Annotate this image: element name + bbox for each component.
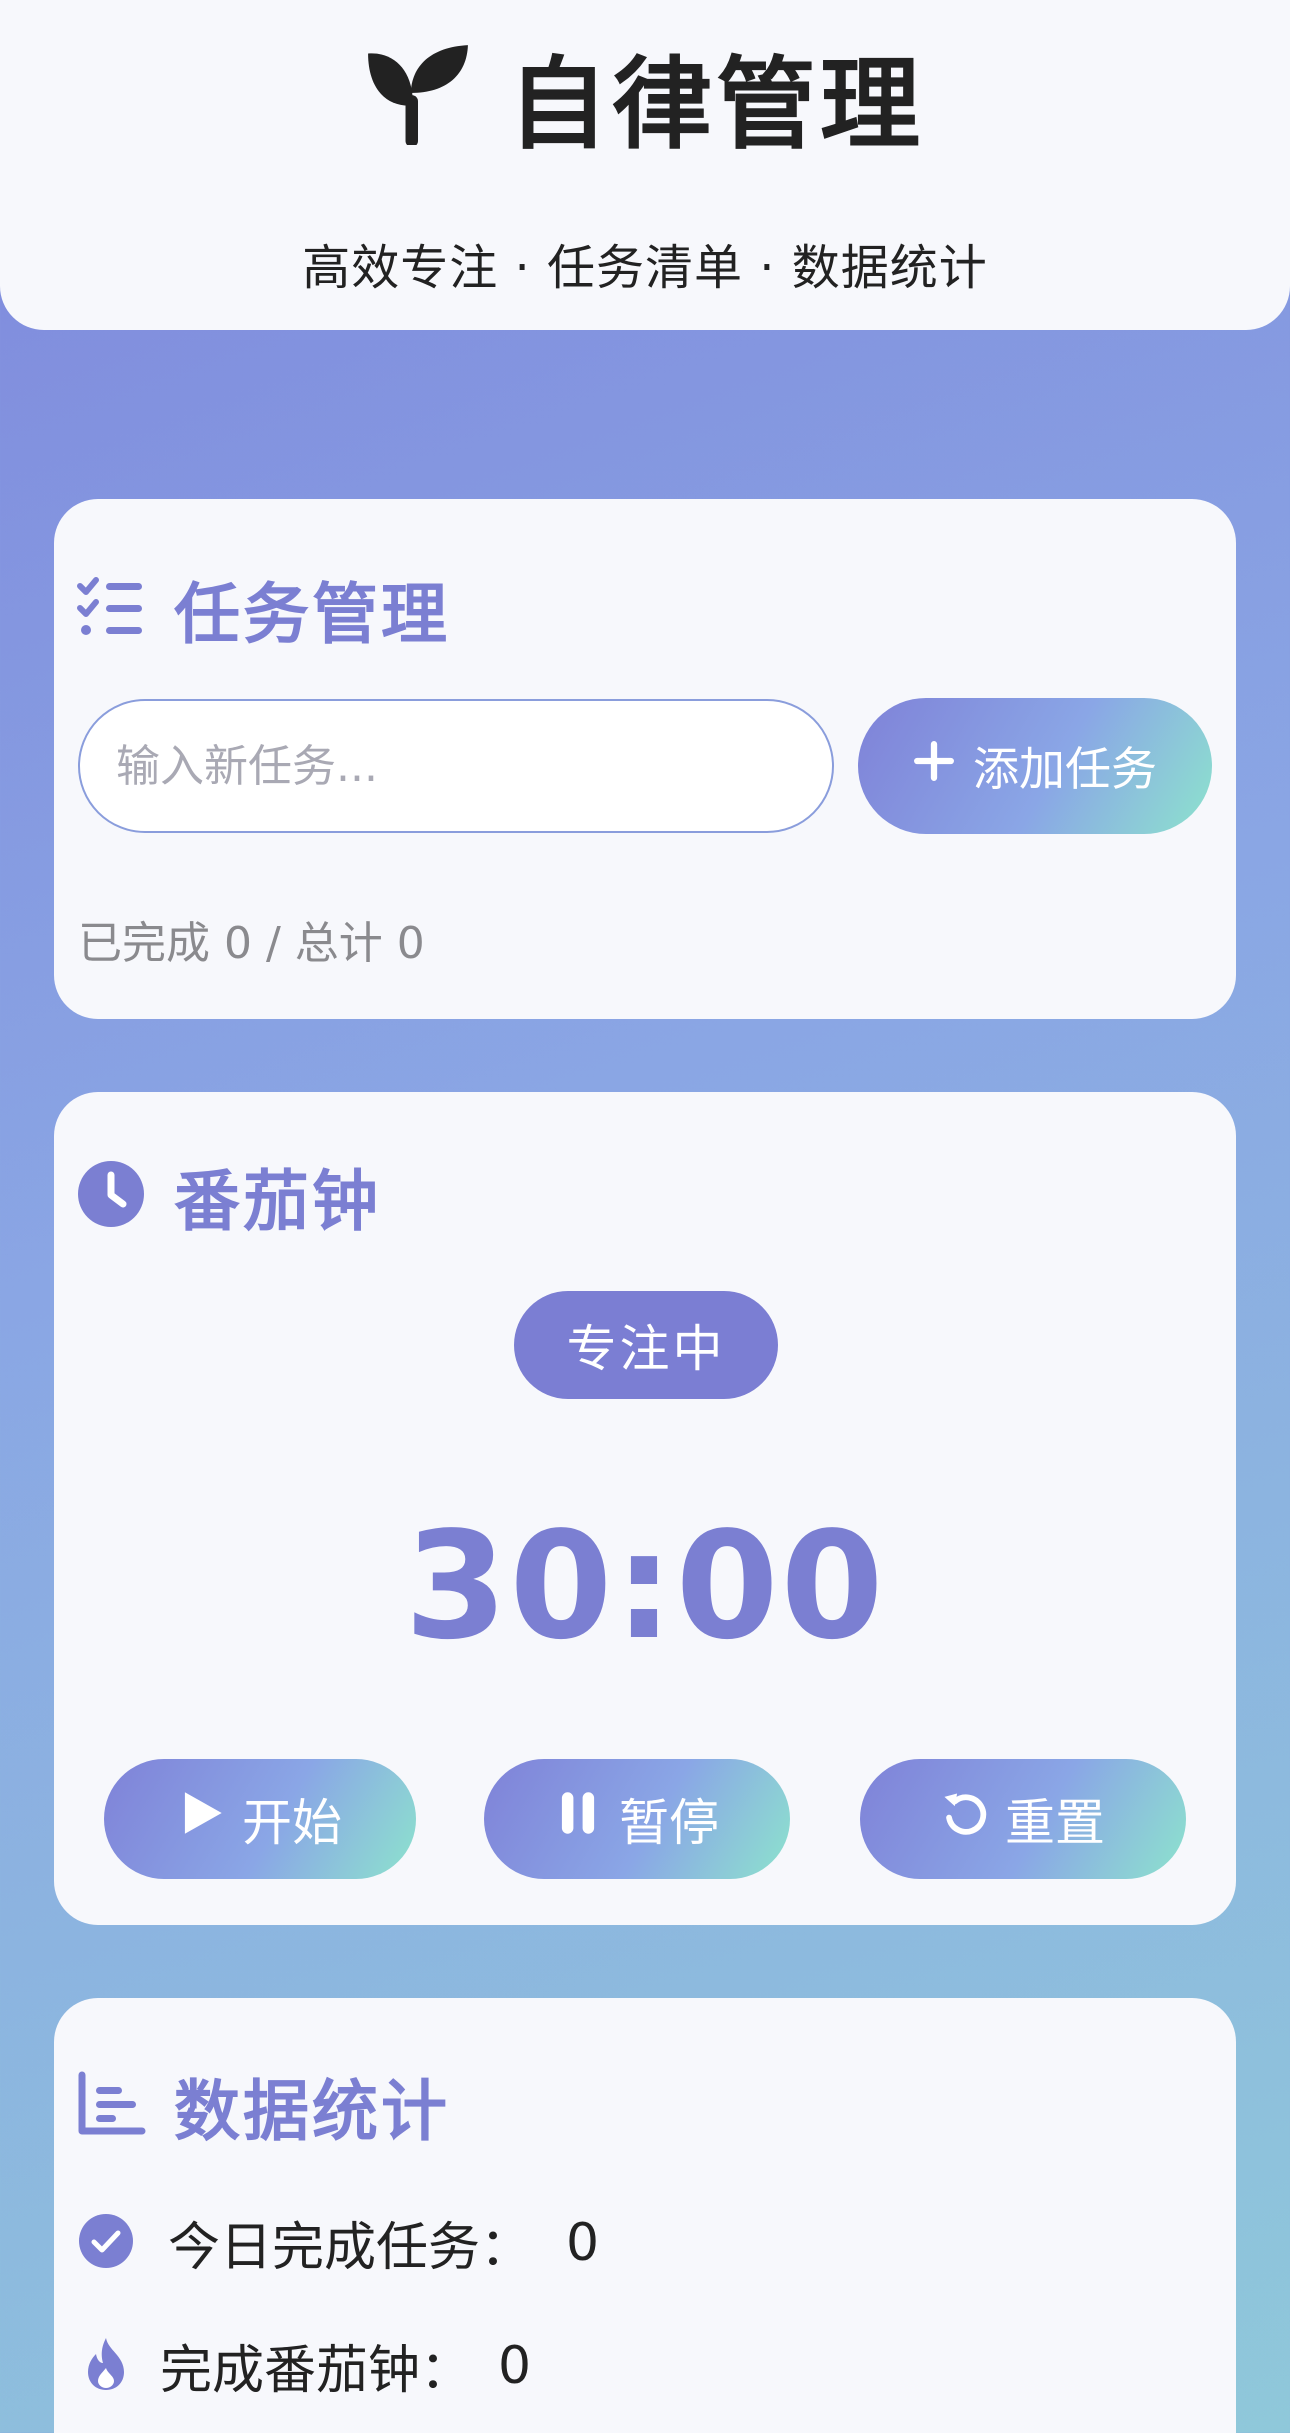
plus-icon: [913, 739, 955, 793]
stat-tasks-label: 今日完成任务：: [168, 2218, 533, 2278]
stat-pomodoros-completed: 完成番茄钟： 0: [78, 2328, 531, 2403]
bar-chart-icon: [76, 2069, 146, 2143]
reset-button[interactable]: 重置: [860, 1759, 1186, 1879]
app-subtitle: 高效专注 · 任务清单 · 数据统计: [302, 240, 988, 296]
start-button[interactable]: 开始: [104, 1759, 416, 1879]
task-card: 任务管理 添加任务 已完成 0 / 总计 0: [54, 499, 1236, 1019]
pomodoro-card-header: 番茄钟: [76, 1148, 381, 1244]
check-circle-icon: [78, 2213, 134, 2273]
title-row: 自律管理: [0, 40, 1290, 163]
pause-icon: [555, 1790, 601, 1848]
clock-icon: [76, 1159, 146, 1233]
start-label: 开始: [242, 1794, 342, 1852]
add-task-label: 添加任务: [973, 742, 1157, 796]
stat-tasks-value: 0: [566, 2212, 600, 2273]
reset-icon: [941, 1790, 987, 1848]
checklist-icon: [76, 572, 146, 646]
stat-tasks-completed: 今日完成任务： 0: [78, 2205, 599, 2280]
new-task-input[interactable]: [78, 699, 834, 833]
timer-display: 30:00: [404, 1500, 886, 1672]
task-card-header: 任务管理: [76, 561, 450, 657]
pause-button[interactable]: 暂停: [484, 1759, 790, 1879]
focus-mode-badge: 专注中: [514, 1291, 778, 1399]
app-header: 自律管理 高效专注 · 任务清单 · 数据统计: [0, 0, 1290, 330]
reset-label: 重置: [1005, 1794, 1105, 1852]
task-progress-text: 已完成 0 / 总计 0: [78, 918, 425, 969]
stats-card-title: 数据统计: [174, 2073, 450, 2150]
pomodoro-card-title: 番茄钟: [174, 1163, 381, 1240]
stat-pomodoros-label: 完成番茄钟：: [160, 2341, 473, 2401]
stat-pomodoros-value: 0: [498, 2335, 532, 2396]
sprout-icon: [366, 41, 470, 149]
app-title: 自律管理: [508, 45, 924, 163]
pomodoro-card: 番茄钟 专注中 30:00 开始 暂停 重置: [54, 1092, 1236, 1925]
stats-card-header: 数据统计: [76, 2058, 450, 2154]
stats-card: 数据统计 今日完成任务： 0 完成番茄钟： 0: [54, 1998, 1236, 2433]
pause-label: 暂停: [619, 1794, 719, 1852]
add-task-button[interactable]: 添加任务: [858, 698, 1212, 834]
task-card-title: 任务管理: [174, 576, 450, 653]
play-icon: [178, 1790, 224, 1848]
fire-icon: [78, 2336, 134, 2396]
